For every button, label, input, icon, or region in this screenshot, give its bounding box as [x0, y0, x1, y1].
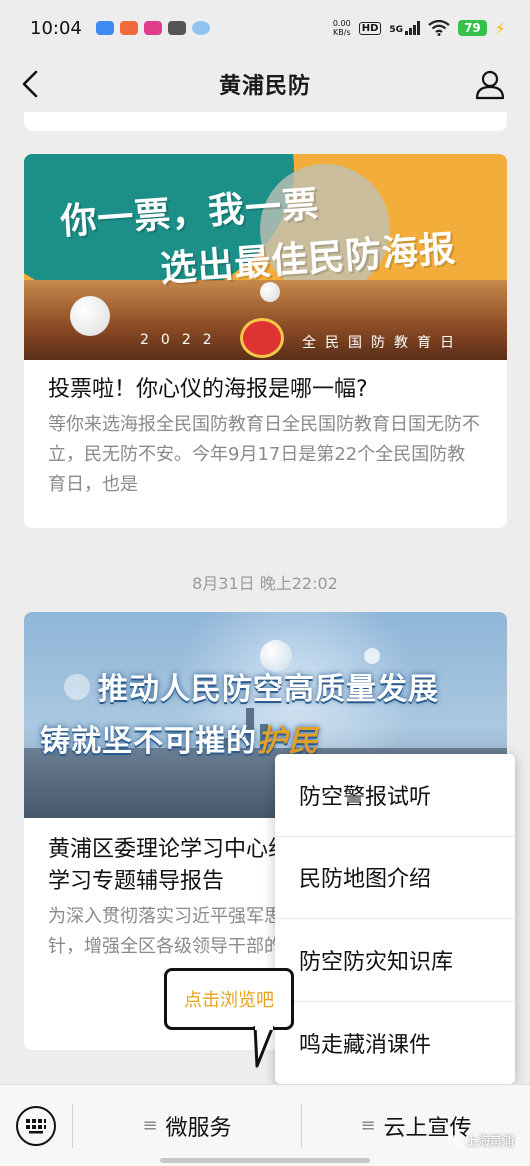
weather-icon	[191, 21, 210, 35]
status-time: 10:04	[30, 17, 82, 39]
network-type: 5G	[389, 25, 404, 35]
hd-badge: HD	[358, 21, 382, 35]
banner-headline: 推动人民防空高质量发展	[98, 672, 439, 707]
network-speed-unit: KB/s	[333, 28, 351, 37]
network-speed-value: 0.00	[332, 19, 351, 28]
banner-event: 全民国防教育日	[302, 335, 463, 351]
tooltip-bubble: 点击浏览吧	[164, 968, 294, 1030]
nav-bar: 黄浦民防	[0, 56, 530, 112]
menu-item-civil-defense-map[interactable]: 民防地图介绍	[275, 837, 515, 919]
app-notification-icon	[167, 21, 186, 35]
date-separator: 8月31日 晚上22:02	[192, 574, 338, 593]
home-indicator[interactable]	[160, 1158, 370, 1163]
app-notification-icon	[143, 21, 162, 35]
article-title: 投票啦！你心仪的海报是哪一幅?	[48, 377, 368, 402]
back-arrow-icon[interactable]	[18, 68, 46, 100]
watermark: 上海黄浦	[447, 1132, 514, 1149]
notification-icons	[95, 21, 210, 35]
previous-article-card[interactable]	[24, 112, 507, 131]
tab-cloud-promotion[interactable]: ≡ 云上宣传	[302, 1085, 530, 1166]
signal-bars-icon	[405, 21, 421, 35]
banner-headline-part: 铸就坚不可摧的	[40, 724, 257, 759]
tooltip-tail	[253, 1026, 275, 1068]
app-notification-icon	[95, 21, 114, 35]
status-bar: 10:04 0.00 KB/s HD 5G 79 ⚡	[0, 0, 530, 56]
user-profile-icon[interactable]	[474, 68, 506, 100]
menu-lines-icon: ≡	[360, 1115, 376, 1136]
tab-micro-service[interactable]: ≡ 微服务	[73, 1085, 301, 1166]
menu-item-knowledge-base[interactable]: 防空防灾知识库	[275, 919, 515, 1002]
menu-item-air-raid-alarm[interactable]: 防空警报试听	[275, 754, 515, 837]
article-banner: 你一票，我一票 选出最佳民防海报 2022 全民国防教育日	[24, 154, 507, 360]
article-description: 等你来选海报全民国防教育日全民国防教育日国无防不立，民无防不安。今年9月17日是…	[48, 414, 480, 495]
signal-indicator: 5G	[389, 21, 421, 35]
battery-indicator: 79	[458, 20, 487, 36]
menu-lines-icon: ≡	[142, 1115, 158, 1136]
keyboard-toggle-button[interactable]	[0, 1085, 72, 1166]
wifi-icon	[428, 20, 450, 36]
wechat-icon	[447, 1134, 462, 1146]
banner-year: 2022	[140, 332, 224, 348]
bottom-menu-bar: ≡ 微服务 ≡ 云上宣传	[0, 1084, 530, 1166]
app-notification-icon	[119, 21, 138, 35]
article-card[interactable]: 你一票，我一票 选出最佳民防海报 2022 全民国防教育日 投票啦！你心仪的海报…	[24, 154, 507, 528]
network-speed: 0.00 KB/s	[333, 19, 351, 37]
watermark-text: 上海黄浦	[465, 1134, 514, 1148]
civil-defense-emblem-icon	[240, 318, 284, 358]
charging-icon: ⚡	[494, 18, 506, 38]
submenu-popup: 防空警报试听 民防地图介绍 防空防灾知识库 鸣走藏消课件	[275, 754, 515, 1084]
page-title: 黄浦民防	[218, 74, 311, 99]
keyboard-icon	[16, 1105, 56, 1146]
tab-label: 微服务	[165, 1115, 232, 1141]
menu-item-courseware[interactable]: 鸣走藏消课件	[275, 1002, 515, 1085]
